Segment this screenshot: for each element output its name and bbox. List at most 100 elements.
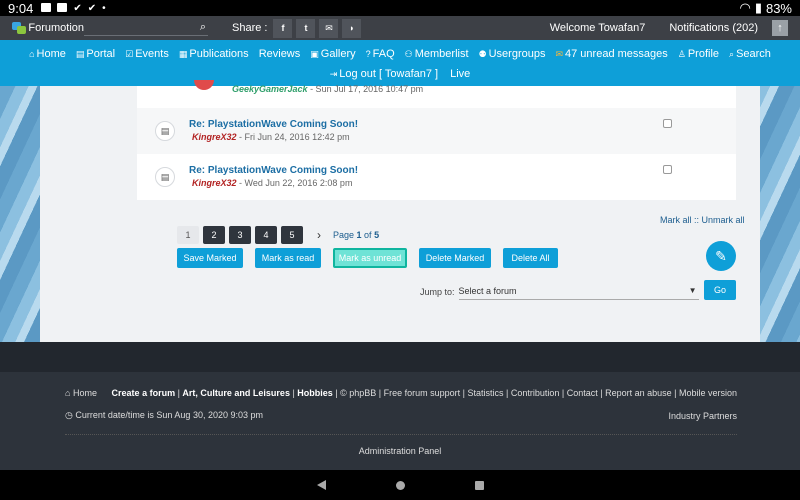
footer-datetime: ◷ Current date/time is Sun Aug 30, 2020 … (65, 410, 263, 420)
battery-icon: ▮ (754, 0, 762, 15)
nav-portal[interactable]: ▤ Portal (76, 48, 115, 60)
jump-to-select[interactable]: Select a forum ▼ (458, 284, 699, 300)
forumotion-logo-text: Forumotion (28, 22, 84, 34)
page-1-button[interactable]: 1 (177, 226, 199, 244)
industry-partners-link[interactable]: Industry Partners (668, 411, 737, 421)
create-forum-link[interactable]: Create a forum (112, 388, 176, 398)
toolbar-search[interactable]: ⌕ (84, 20, 208, 36)
topic-row[interactable]: ▤ Re: PlaystationWave Coming Soon! Kingr… (137, 108, 736, 154)
delete-all-button[interactable]: Delete All (503, 248, 558, 268)
topic-document-icon: ▤ (155, 121, 175, 141)
topic-title[interactable]: Re: PlaystationWave Coming Soon! (189, 165, 358, 176)
gallery-icon (41, 2, 52, 12)
home-icon: ⌂ (29, 49, 35, 59)
forum-navigation: ⌂ Home ▤ Portal ☑ Events ▦ Publications Revi… (0, 40, 800, 86)
mark-as-unread-button[interactable]: Mark as unread (333, 248, 407, 268)
publications-icon: ▦ (178, 48, 188, 59)
rss-icon: ◗ (349, 23, 355, 33)
gallery-icon: ▣ (310, 48, 319, 59)
notification-icons: ✔ ✔ • (41, 2, 106, 14)
facebook-share-button[interactable]: f (273, 18, 293, 38)
topic-row[interactable]: ▤ Re: PlaystationWave Coming Soon! Kingr… (137, 154, 736, 200)
mark-all-links[interactable]: Mark all :: Unmark all (660, 215, 745, 225)
delete-marked-button[interactable]: Delete Marked (419, 248, 491, 268)
footer-home-link[interactable]: ⌂ Home (65, 388, 97, 398)
administration-panel-link[interactable]: Administration Panel (0, 446, 800, 456)
chevron-right-icon[interactable]: › (317, 228, 321, 242)
scroll-top-button[interactable]: ↑ (772, 20, 788, 36)
forumotion-logo-icon (12, 22, 26, 34)
nav-reviews[interactable]: Reviews (259, 48, 301, 60)
topic-list: ▤ Re: PlaystationWave Coming Soon! Kingr… (137, 86, 736, 200)
message-icon (57, 2, 68, 12)
nav-unread-messages[interactable]: ✉ 47 unread messages (555, 48, 667, 60)
topic-meta: KingreX32 - Fri Jun 24, 2016 12:42 pm (192, 132, 350, 142)
nav-logout[interactable]: ⇥ Log out [ Towafan7 ] (330, 68, 438, 80)
check-icon: ✔ (73, 2, 82, 14)
search-icon[interactable]: ⌕ (200, 21, 206, 34)
topic-meta-partial: GeekyGamerJack - Sun Jul 17, 2016 10:47 … (232, 84, 424, 94)
go-button[interactable]: Go (704, 280, 736, 300)
back-icon[interactable] (316, 480, 326, 490)
nav-memberlist[interactable]: ⚇ Memberlist (405, 48, 469, 60)
nav-publications[interactable]: ▦ Publications (179, 48, 249, 60)
nav-usergroups[interactable]: ⚉ Usergroups (479, 48, 546, 60)
topic-author[interactable]: GeekyGamerJack (232, 84, 308, 94)
usergroups-icon: ⚉ (478, 48, 487, 59)
nav-home[interactable]: ⌂ Home (29, 48, 66, 60)
category-link[interactable]: Art, Culture and Leisures (182, 388, 290, 398)
topic-author[interactable]: KingreX32 (192, 178, 237, 188)
status-bar: 9:04 ✔ ✔ • ◠ ▮ 83% (0, 0, 800, 16)
forumotion-logo[interactable]: Forumotion (12, 22, 84, 34)
page-4-button[interactable]: 4 (255, 226, 277, 244)
welcome-user[interactable]: Welcome Towafan7 (550, 22, 646, 34)
dot-icon: • (102, 2, 106, 14)
toolbar-search-input[interactable] (84, 20, 208, 35)
nav-live[interactable]: Live (450, 68, 470, 80)
wifi-icon: ◠ (739, 0, 751, 15)
nav-faq[interactable]: ? FAQ (366, 48, 395, 60)
topic-title[interactable]: Re: PlaystationWave Coming Soon! (189, 119, 358, 130)
jump-to-label: Jump to: (420, 287, 455, 297)
compose-button[interactable]: ✎ (706, 241, 736, 271)
topic-author[interactable]: KingreX32 (192, 132, 237, 142)
recent-apps-icon[interactable] (474, 480, 484, 490)
page-5-button[interactable]: 5 (281, 226, 303, 244)
footer: ⌂ Home Create a forum | Art, Culture and… (0, 372, 800, 470)
home-button-icon[interactable] (395, 480, 405, 490)
topic-document-icon: ▤ (155, 167, 175, 187)
calendar-icon: ☑ (125, 48, 134, 59)
android-nav-bar (0, 470, 800, 500)
moderation-actions: Save Marked Mark as read Mark as unread … (177, 248, 558, 268)
footer-links: Create a forum | Art, Culture and Leisur… (111, 388, 737, 398)
nav-search[interactable]: ⌕ Search (729, 48, 771, 60)
rss-share-button[interactable]: ◗ (342, 18, 362, 38)
twitter-share-button[interactable]: t (296, 18, 316, 38)
page-3-button[interactable]: 3 (229, 226, 251, 244)
check-icon: ✔ (87, 2, 97, 14)
nav-events[interactable]: ☑ Events (125, 48, 169, 60)
status-right: ◠ ▮ 83% (739, 0, 792, 16)
messages-icon: ✉ (555, 48, 564, 59)
pagination: 1 2 3 4 5 › Page 1 of 5 (177, 226, 379, 244)
page-2-button[interactable]: 2 (203, 226, 225, 244)
home-icon: ⌂ (65, 388, 71, 398)
save-marked-button[interactable]: Save Marked (177, 248, 243, 268)
hobbies-link[interactable]: Hobbies (297, 388, 333, 398)
mark-as-read-button[interactable]: Mark as read (255, 248, 321, 268)
arrow-up-icon: ↑ (777, 22, 783, 34)
jump-to: Jump to: Select a forum ▼ (420, 284, 699, 300)
topic-select-checkbox[interactable] (663, 119, 672, 128)
status-time: 9:04 (8, 0, 34, 16)
question-icon: ? (365, 49, 371, 59)
clock-icon: ◷ (65, 410, 73, 420)
email-share-button[interactable]: ✉ (319, 18, 339, 38)
nav-gallery[interactable]: ▣ Gallery (310, 48, 355, 60)
page-indicator: Page 1 of 5 (333, 230, 380, 240)
footer-divider (65, 434, 737, 435)
topic-select-checkbox[interactable] (663, 165, 672, 174)
nav-profile[interactable]: ♙ Profile (678, 48, 719, 60)
share-label: Share : (232, 22, 268, 34)
edit-icon: ✎ (715, 247, 727, 264)
notifications-link[interactable]: Notifications (202) (669, 22, 758, 34)
